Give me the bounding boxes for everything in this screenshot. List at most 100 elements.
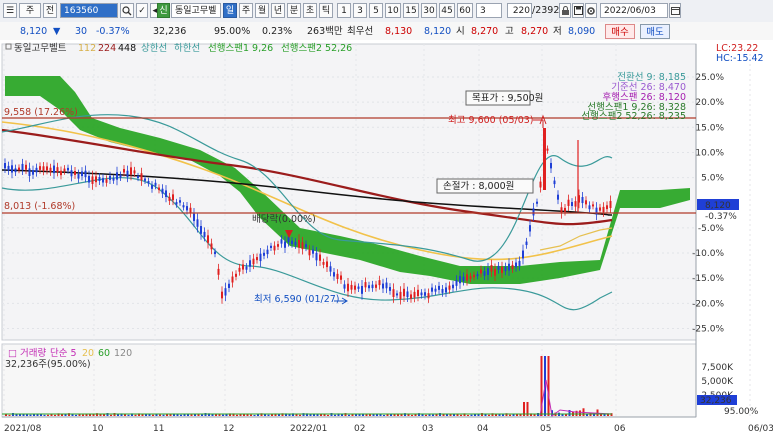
legend-ma112[interactable]: 112 (78, 43, 96, 54)
interval-5[interactable]: 5 (369, 3, 383, 18)
volume-tag-value: 32,236 (700, 396, 732, 406)
sell-button[interactable]: 매도 (640, 24, 670, 39)
legend-ma224[interactable]: 224 (98, 43, 116, 54)
legend-span1[interactable]: 선행스팬1 9,26 (208, 42, 273, 54)
interval-15[interactable]: 15 (403, 3, 419, 18)
volume-bar (12, 413, 14, 416)
price-chart[interactable]: 동일고무벨트 112 224 448 상한선 하한선 선행스팬1 9,26 선행… (0, 40, 773, 435)
ask-price: 8,130 (385, 26, 413, 37)
candle-body (329, 266, 332, 272)
volume-sma120[interactable]: 120 (114, 348, 132, 359)
left-8013-label: 8,013 (-1.68%) (4, 201, 75, 212)
buy-button[interactable]: 매수 (605, 24, 635, 39)
interval-select[interactable]: 3 (476, 3, 502, 18)
target-price-label: 목표가 : 9,500원 (472, 93, 543, 104)
candle-body (294, 241, 297, 246)
volume-bar (334, 414, 336, 416)
period-tab-second[interactable]: 초 (303, 3, 317, 18)
candle-body (319, 254, 321, 261)
chart-type-select[interactable]: 주 (19, 3, 41, 18)
volume-bar (180, 414, 182, 416)
settings-icon[interactable] (585, 3, 597, 18)
search-icon[interactable] (120, 3, 134, 18)
volume-sma60[interactable]: 60 (98, 348, 110, 359)
interval-3[interactable]: 3 (353, 3, 367, 18)
date-axis-label: 06 (614, 424, 626, 434)
lock-icon[interactable] (559, 3, 571, 18)
period-tab-tick[interactable]: 틱 (319, 3, 333, 18)
candle-body (63, 168, 66, 172)
volume-bar (253, 414, 256, 416)
volume-bar (537, 413, 539, 416)
volume-ratio: 95.00% (214, 26, 251, 37)
data-count-input[interactable]: 220 (507, 3, 532, 18)
volume-bar (264, 414, 266, 416)
candle-body (74, 170, 76, 175)
candle-body (392, 289, 395, 297)
volume-sma20[interactable]: 20 (82, 348, 94, 359)
interval-1[interactable]: 1 (337, 3, 351, 18)
candle-body (490, 265, 493, 272)
legend-upper-band[interactable]: 상한선 (141, 43, 167, 54)
price-axis-label: 25.0% (695, 73, 724, 83)
price-change: 30 (75, 26, 88, 37)
volume-bar (386, 414, 389, 416)
date-input[interactable]: 2022/06/03 (600, 3, 668, 18)
period-tab-year[interactable]: 년 (271, 3, 285, 18)
volume-bar (509, 414, 511, 416)
candle-body (371, 284, 374, 289)
high-price: 8,270 (521, 26, 549, 37)
volume-bar (190, 414, 193, 416)
candle-body (147, 181, 150, 184)
checkbox-icon[interactable]: ✓ (136, 3, 148, 18)
legend-lower-band[interactable]: 하한선 (174, 42, 200, 54)
period-tab-month[interactable]: 월 (255, 3, 269, 18)
calendar-icon[interactable] (669, 3, 681, 18)
candle-body (235, 273, 237, 277)
candle-body (438, 285, 440, 290)
volume-bar (201, 414, 203, 416)
date-axis-label: 06/03 (748, 424, 773, 434)
candle-body (291, 240, 293, 245)
volume-bar (428, 414, 431, 416)
period-tab-week[interactable]: 주 (239, 3, 253, 18)
candle-body (18, 167, 20, 171)
candle-body (585, 200, 587, 205)
candle-body (126, 170, 129, 177)
candle-body (277, 244, 279, 247)
new-badge[interactable]: 신 (157, 3, 170, 18)
candle-body (116, 172, 118, 180)
volume-sma5[interactable]: 단순 5 (50, 348, 77, 359)
interval-30[interactable]: 30 (421, 3, 437, 18)
candle-body (448, 285, 451, 290)
period-tab-minute[interactable]: 분 (287, 3, 301, 18)
best-quote-label: 최우선 (347, 26, 374, 37)
legend-ma448[interactable]: 448 (118, 43, 136, 54)
interval-45[interactable]: 45 (439, 3, 455, 18)
candle-body (315, 252, 318, 261)
candle-body (322, 262, 325, 265)
candle-body (49, 167, 52, 172)
legend-span2[interactable]: 선행스팬2 52,26 (281, 42, 352, 54)
stock-code-input[interactable]: 163560 (60, 3, 118, 18)
candle-body (280, 239, 283, 244)
candle-body (406, 291, 409, 298)
interval-10[interactable]: 10 (385, 3, 401, 18)
menu-icon[interactable]: ☰ (3, 3, 17, 18)
candle-body (273, 245, 276, 251)
jeon-toggle[interactable]: 전 (43, 3, 57, 18)
save-icon[interactable] (572, 3, 584, 18)
volume-bar (547, 356, 550, 416)
candle-body (137, 175, 139, 179)
volume-bar (110, 414, 112, 416)
candle-body (326, 261, 328, 268)
date-axis-label: 12 (223, 424, 234, 434)
candle-body (364, 282, 367, 288)
low-marker-label: 최저 6,590 (01/27) (254, 294, 340, 305)
interval-60[interactable]: 60 (457, 3, 473, 18)
candle-body (105, 179, 108, 183)
volume-bar (117, 414, 119, 416)
volume-bar (376, 414, 378, 416)
date-axis-label: 02 (354, 424, 365, 434)
period-tab-day[interactable]: 일 (223, 3, 237, 18)
